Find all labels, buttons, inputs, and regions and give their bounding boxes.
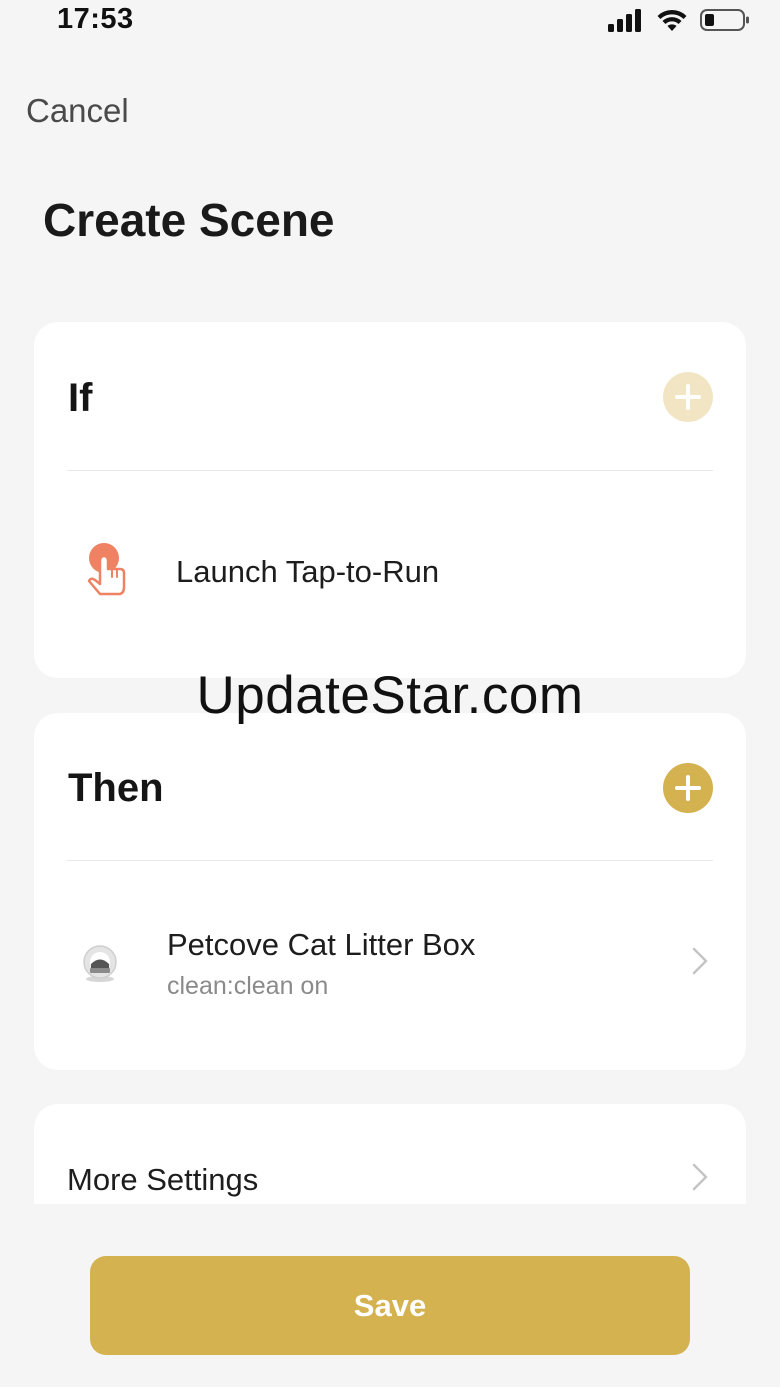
litter-box-device-icon — [83, 945, 117, 982]
battery-icon — [700, 9, 749, 31]
status-bar: 17:53 — [0, 0, 780, 44]
status-icons — [608, 8, 750, 32]
then-card: Then Petcove Cat Litter Box clean:clean … — [34, 713, 746, 1070]
action-device-name: Petcove Cat Litter Box — [167, 927, 476, 962]
add-condition-button[interactable] — [663, 372, 713, 422]
if-card-title: If — [68, 376, 93, 420]
add-action-button[interactable] — [663, 763, 713, 813]
save-button[interactable]: Save — [90, 1256, 690, 1355]
status-time: 17:53 — [57, 3, 134, 35]
more-settings-row[interactable]: More Settings — [34, 1104, 746, 1204]
watermark: UpdateStar.com — [196, 666, 584, 725]
page-title: Create Scene — [43, 194, 335, 246]
cellular-signal-icon — [608, 9, 641, 32]
more-settings-label: More Settings — [67, 1162, 259, 1197]
cancel-button[interactable]: Cancel — [26, 92, 129, 130]
create-scene-screen: 17:53 Cancel Create Scene If Launch Tap-… — [0, 0, 780, 1387]
then-card-title: Then — [68, 766, 164, 810]
if-card-header: If — [34, 322, 746, 470]
condition-row-tap-to-run[interactable]: Launch Tap-to-Run — [34, 471, 746, 671]
condition-label: Launch Tap-to-Run — [176, 554, 440, 589]
chevron-right-icon — [692, 947, 708, 975]
then-card-header: Then — [34, 713, 746, 861]
action-row-litter-box[interactable]: Petcove Cat Litter Box clean:clean on — [34, 861, 746, 1061]
chevron-right-icon — [692, 1163, 708, 1191]
if-card: If Launch Tap-to-Run — [34, 322, 746, 678]
tap-hand-icon — [87, 543, 126, 596]
wifi-icon — [657, 9, 687, 31]
action-detail: clean:clean on — [167, 972, 329, 1000]
